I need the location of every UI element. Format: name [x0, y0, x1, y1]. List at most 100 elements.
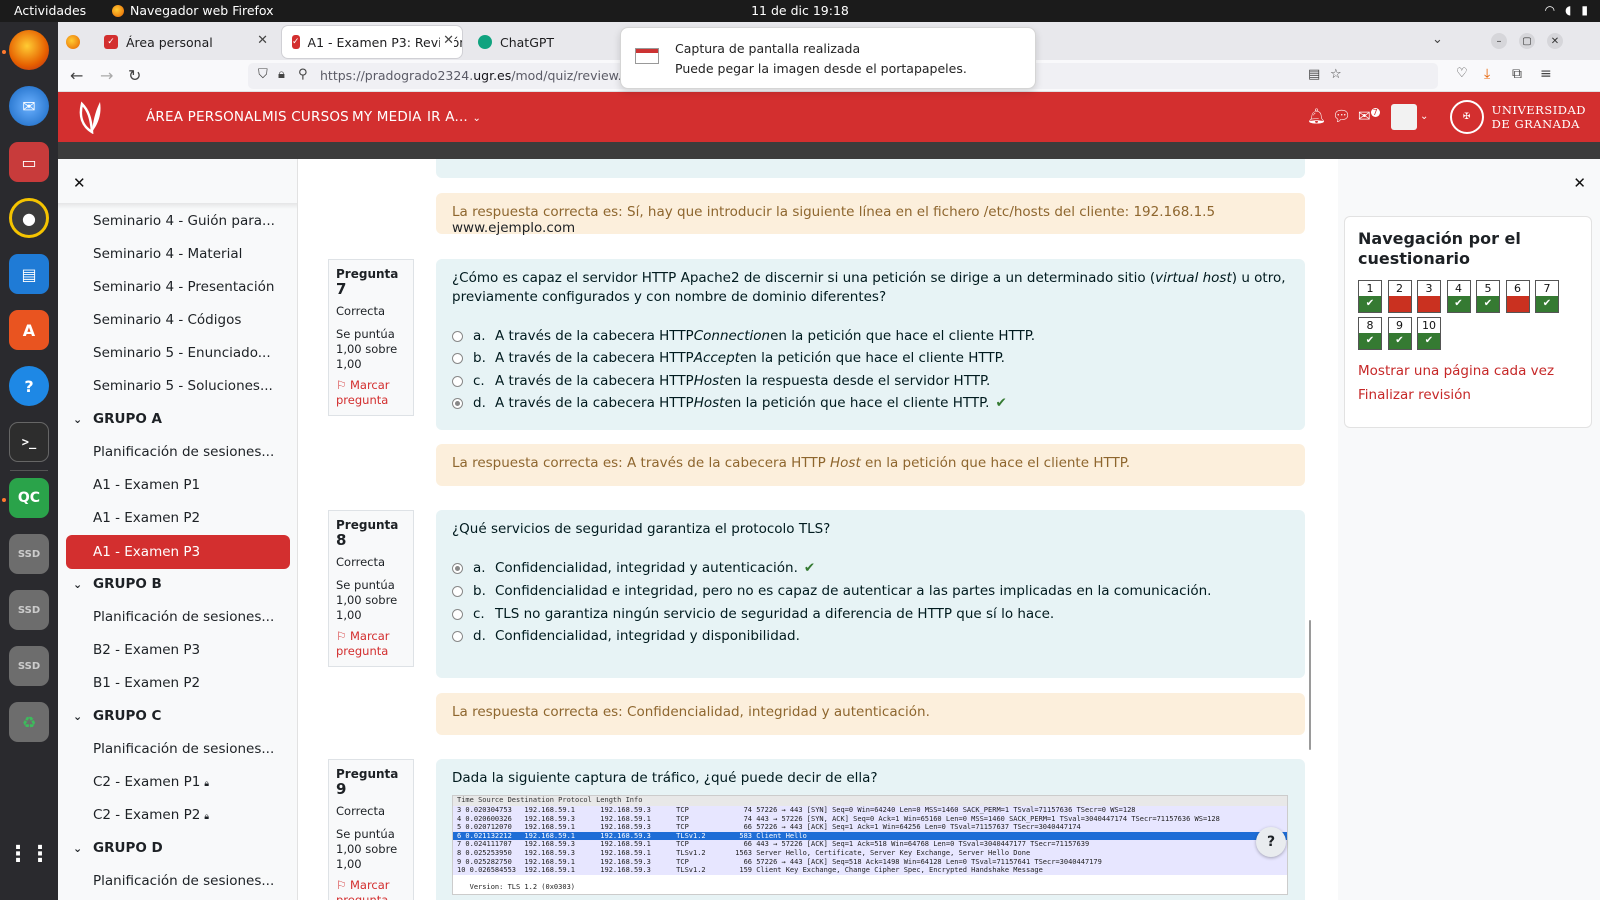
- nav-area-personal[interactable]: ÁREA PERSONAL: [146, 109, 261, 125]
- help-icon[interactable]: ?: [9, 366, 49, 406]
- nav-my-media[interactable]: MY MEDIA: [352, 109, 422, 125]
- trash-icon[interactable]: ♻: [9, 702, 49, 742]
- tab-examen-revision[interactable]: ✓ A1 - Examen P3: Revisión ✕: [282, 26, 462, 58]
- course-item[interactable]: Planificación de sesiones...: [93, 444, 274, 460]
- course-item-active[interactable]: A1 - Examen P3: [66, 535, 290, 569]
- rhythmbox-icon[interactable]: ●: [9, 198, 49, 238]
- course-item[interactable]: B2 - Examen P3: [93, 642, 200, 658]
- quiz-nav-button[interactable]: 1 ✔: [1358, 280, 1382, 313]
- tab-close-icon[interactable]: ✕: [257, 33, 268, 48]
- course-item[interactable]: Seminario 4 - Códigos: [93, 312, 241, 328]
- answer-option-c[interactable]: c. A través de la cabecera HTTP Host en l…: [452, 373, 990, 389]
- course-item[interactable]: A1 - Examen P1: [93, 477, 200, 493]
- pocket-icon[interactable]: ♡: [1456, 66, 1468, 81]
- user-avatar[interactable]: [1391, 104, 1417, 130]
- quiz-nav-button[interactable]: 8 ✔: [1358, 317, 1382, 350]
- radio-button[interactable]: [452, 608, 463, 620]
- section-grupo-a[interactable]: ⌄ GRUPO A: [73, 411, 162, 427]
- nav-mis-cursos[interactable]: MIS CURSOS: [262, 109, 349, 125]
- course-item[interactable]: C2 - Examen P1 🔒︎: [93, 774, 209, 790]
- screenshot-notification[interactable]: Captura de pantalla realizada Puede pega…: [620, 27, 1036, 89]
- radio-button-selected[interactable]: [452, 397, 463, 409]
- tab-chatgpt[interactable]: ChatGPT: [468, 26, 618, 58]
- activities-button[interactable]: Actividades: [14, 3, 86, 18]
- tab-list-chevron-icon[interactable]: ⌄: [1432, 32, 1443, 47]
- quiz-nav-button[interactable]: 3: [1417, 280, 1441, 313]
- answer-option-c[interactable]: c. TLS no garantiza ningún servicio de se…: [452, 606, 1054, 622]
- course-item[interactable]: C2 - Examen P2 🔒︎: [93, 807, 209, 823]
- course-item[interactable]: Planificación de sesiones...: [93, 609, 274, 625]
- flag-question-link[interactable]: ⚐ Marcar pregunta: [336, 629, 406, 659]
- course-item[interactable]: B1 - Examen P2: [93, 675, 200, 691]
- radio-button[interactable]: [452, 375, 463, 387]
- finish-review-link[interactable]: Finalizar revisión: [1358, 387, 1471, 403]
- qtcreator-icon[interactable]: QC: [9, 478, 49, 518]
- app-center-icon[interactable]: A: [9, 310, 49, 350]
- quiz-nav-button[interactable]: 10 ✔: [1417, 317, 1441, 350]
- answer-option-d[interactable]: d. Confidencialidad, integridad y disponi…: [452, 628, 800, 644]
- bookmark-star-icon[interactable]: ☆: [1330, 67, 1342, 82]
- course-item[interactable]: Seminario 5 - Enunciado...: [93, 345, 271, 361]
- radio-button[interactable]: [452, 330, 463, 342]
- drive-ssd-icon[interactable]: SSD: [9, 534, 49, 574]
- forward-icon[interactable]: →: [100, 66, 113, 85]
- lock-icon[interactable]: 🔒︎: [278, 67, 285, 82]
- drive-ssd-icon[interactable]: SSD: [9, 646, 49, 686]
- page-scrollbar[interactable]: [1309, 620, 1311, 750]
- drive-ssd-icon[interactable]: SSD: [9, 590, 49, 630]
- answer-option-a[interactable]: a. A través de la cabecera HTTP Connectio…: [452, 328, 1035, 344]
- quiz-nav-button[interactable]: 5 ✔: [1476, 280, 1500, 313]
- answer-option-b[interactable]: b. A través de la cabecera HTTP Accept en…: [452, 350, 1005, 366]
- notifications-bell-icon[interactable]: 🔔︎: [1307, 107, 1326, 125]
- extensions-icon[interactable]: ⧉: [1512, 66, 1522, 82]
- course-item[interactable]: Seminario 4 - Guión para...: [93, 213, 275, 229]
- show-one-page-link[interactable]: Mostrar una página cada vez: [1358, 363, 1554, 379]
- back-icon[interactable]: ←: [70, 66, 83, 85]
- nav-ir-a[interactable]: IR A... ⌄: [427, 109, 481, 125]
- section-grupo-c[interactable]: ⌄ GRUPO C: [73, 708, 161, 724]
- reader-mode-icon[interactable]: ▤: [1308, 67, 1320, 82]
- messages-envelope-icon[interactable]: ✉ 7: [1358, 107, 1380, 125]
- hamburger-menu-icon[interactable]: ≡: [1540, 66, 1552, 82]
- reload-icon[interactable]: ↻: [128, 66, 141, 85]
- terminal-icon[interactable]: >_: [9, 422, 49, 462]
- close-drawer-icon[interactable]: ✕: [1573, 174, 1586, 192]
- course-item[interactable]: Seminario 4 - Material: [93, 246, 242, 262]
- answer-option-d[interactable]: d. A través de la cabecera HTTP Host en l…: [452, 395, 1007, 411]
- help-button[interactable]: ?: [1256, 827, 1286, 857]
- maximize-icon[interactable]: ▢: [1519, 33, 1535, 49]
- tab-area-personal[interactable]: ✓ Área personal ✕: [94, 26, 276, 58]
- radio-button[interactable]: [452, 352, 463, 364]
- course-item[interactable]: Planificación de sesiones...: [93, 741, 274, 757]
- prado-logo-icon[interactable]: [76, 100, 108, 134]
- firefox-dock-icon[interactable]: [9, 30, 49, 70]
- tab-close-icon[interactable]: ✕: [440, 33, 454, 48]
- ugr-logo[interactable]: ✠ UNIVERSIDAD DE GRANADA: [1449, 100, 1586, 134]
- section-grupo-b[interactable]: ⌄ GRUPO B: [73, 576, 162, 592]
- downloads-icon[interactable]: ⤓: [1484, 66, 1490, 82]
- files-icon[interactable]: ▭: [9, 142, 49, 182]
- minimize-icon[interactable]: –: [1491, 33, 1507, 49]
- shield-icon[interactable]: ⛉: [258, 67, 268, 82]
- quiz-nav-button[interactable]: 6: [1505, 280, 1530, 313]
- user-menu-chevron-icon[interactable]: ⌄: [1420, 111, 1428, 122]
- radio-button-selected[interactable]: [452, 562, 463, 574]
- course-item[interactable]: Planificación de sesiones...: [93, 873, 274, 889]
- course-item[interactable]: Seminario 4 - Presentación: [93, 279, 274, 295]
- flag-question-link[interactable]: ⚐ Marcar pregunta: [336, 378, 406, 408]
- section-grupo-d[interactable]: ⌄ GRUPO D: [73, 840, 163, 856]
- quiz-nav-button[interactable]: 7 ✔: [1535, 280, 1559, 313]
- radio-button[interactable]: [452, 630, 463, 642]
- thunderbird-icon[interactable]: ✉: [9, 86, 49, 126]
- app-menu[interactable]: Navegador web Firefox: [112, 3, 274, 18]
- quiz-nav-button[interactable]: 4 ✔: [1446, 280, 1471, 313]
- course-item[interactable]: Seminario 5 - Soluciones...: [93, 378, 273, 394]
- radio-button[interactable]: [452, 585, 463, 597]
- course-item[interactable]: A1 - Examen P2: [93, 510, 200, 526]
- answer-option-b[interactable]: b. Confidencialidad e integridad, pero no…: [452, 583, 1211, 599]
- quiz-nav-button[interactable]: 9 ✔: [1387, 317, 1412, 350]
- firefox-view-icon[interactable]: [66, 35, 80, 49]
- window-close-icon[interactable]: ✕: [1547, 33, 1563, 49]
- system-tray[interactable]: ◠ ◖ ▮: [1545, 3, 1588, 17]
- permissions-icon[interactable]: ⚲: [298, 67, 308, 82]
